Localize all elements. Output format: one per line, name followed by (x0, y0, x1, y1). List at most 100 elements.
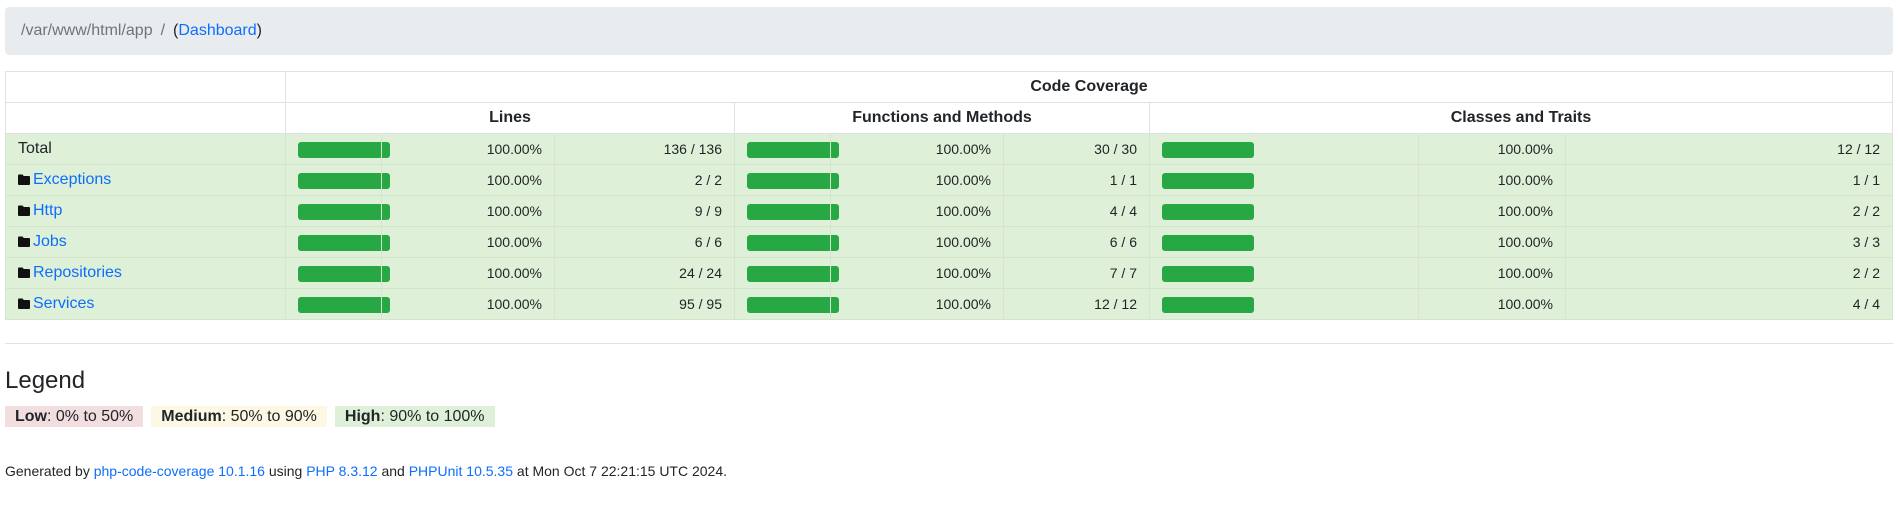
row-name-cell: Services (5, 288, 286, 320)
coverage-bar (298, 266, 390, 282)
footer-using: using (268, 463, 303, 479)
lines-bar-cell (285, 164, 390, 196)
legend-low: Low: 0% to 50% (5, 406, 144, 427)
coverage-bar-fill (747, 173, 839, 189)
coverage-bar-fill (1162, 173, 1254, 189)
lines-bar-cell (285, 195, 390, 227)
dashboard-link[interactable]: Dashboard (178, 22, 256, 40)
classes-count: 1 / 1 (1565, 164, 1893, 196)
classes-bar-cell (1149, 226, 1419, 258)
coverage-bar-fill (1162, 266, 1254, 282)
functions-bar-cell (734, 164, 839, 196)
breadcrumb-path: /var/www/html/app (21, 22, 153, 39)
classes-percent: 100.00% (1418, 133, 1566, 165)
coverage-bar (747, 204, 839, 220)
php-code-coverage-link[interactable]: php-code-coverage 10.1.16 (94, 463, 265, 479)
lines-percent: 100.00% (381, 195, 555, 227)
functions-bar-cell (734, 288, 839, 320)
classes-count: 4 / 4 (1565, 288, 1893, 320)
coverage-bar (298, 297, 390, 313)
lines-percent: 100.00% (381, 226, 555, 258)
lines-bar-cell (285, 226, 390, 258)
directory-link[interactable]: Http (33, 202, 62, 219)
folder-icon (18, 265, 31, 283)
php-link[interactable]: PHP 8.3.12 (306, 463, 377, 479)
coverage-bar (1162, 142, 1254, 158)
table-row: Jobs 100.00% 6 / 6 100.00% 6 / 6 100.00% 3 / 3 (5, 226, 1893, 258)
classes-header: Classes and Traits (1149, 102, 1893, 134)
folder-icon (18, 296, 31, 314)
header-empty-cell (5, 71, 286, 103)
lines-bar-cell (285, 133, 390, 165)
functions-count: 1 / 1 (1003, 164, 1150, 196)
breadcrumb: /var/www/html/app / (Dashboard) (5, 7, 1893, 55)
coverage-bar-fill (298, 235, 390, 251)
directory-link[interactable]: Exceptions (33, 171, 111, 188)
legend-title: Legend (5, 367, 86, 394)
coverage-bar (747, 173, 839, 189)
coverage-bar (298, 142, 390, 158)
legend-medium-label: Medium (161, 408, 222, 425)
footer-and: and (381, 463, 405, 479)
functions-percent: 100.00% (830, 288, 1004, 320)
classes-bar-cell (1149, 288, 1419, 320)
classes-percent: 100.00% (1418, 257, 1566, 289)
functions-count: 6 / 6 (1003, 226, 1150, 258)
classes-percent: 100.00% (1418, 164, 1566, 196)
lines-count: 9 / 9 (554, 195, 735, 227)
lines-count: 24 / 24 (554, 257, 735, 289)
coverage-bar (1162, 235, 1254, 251)
functions-count: 4 / 4 (1003, 195, 1150, 227)
legend-low-range: : 0% to 50% (47, 408, 134, 425)
lines-bar-cell (285, 288, 390, 320)
coverage-bar (1162, 297, 1254, 313)
coverage-table: Code Coverage Lines Functions and Method… (5, 71, 1893, 320)
classes-percent: 100.00% (1418, 288, 1566, 320)
legend-medium-range: : 50% to 90% (221, 408, 317, 425)
coverage-bar-fill (747, 204, 839, 220)
legend-medium: Medium: 50% to 90% (151, 406, 327, 427)
classes-bar-cell (1149, 164, 1419, 196)
phpunit-link[interactable]: PHPUnit 10.5.35 (409, 463, 513, 479)
functions-percent: 100.00% (830, 226, 1004, 258)
functions-percent: 100.00% (830, 164, 1004, 196)
table-header-row-group: Code Coverage (5, 71, 1893, 103)
coverage-bar (298, 204, 390, 220)
coverage-bar (747, 266, 839, 282)
classes-count: 2 / 2 (1565, 195, 1893, 227)
coverage-bar-fill (298, 142, 390, 158)
coverage-bar-fill (1162, 297, 1254, 313)
footer-timestamp: at Mon Oct 7 22:21:15 UTC 2024. (516, 463, 728, 479)
folder-icon (18, 172, 31, 190)
coverage-bar (1162, 173, 1254, 189)
classes-count: 3 / 3 (1565, 226, 1893, 258)
directory-link[interactable]: Services (33, 295, 94, 312)
functions-percent: 100.00% (830, 133, 1004, 165)
coverage-bar (747, 235, 839, 251)
coverage-bar-fill (747, 235, 839, 251)
total-label: Total (18, 140, 52, 157)
table-header-row-columns: Lines Functions and Methods Classes and … (5, 102, 1893, 134)
coverage-bar-fill (298, 266, 390, 282)
lines-percent: 100.00% (381, 133, 555, 165)
functions-header: Functions and Methods (734, 102, 1150, 134)
folder-icon (18, 234, 31, 252)
coverage-bar-fill (747, 142, 839, 158)
table-row: Exceptions 100.00% 2 / 2 100.00% 1 / 1 100.00… (5, 164, 1893, 196)
lines-header: Lines (285, 102, 735, 134)
coverage-bar-fill (298, 204, 390, 220)
coverage-bar (1162, 204, 1254, 220)
lines-count: 6 / 6 (554, 226, 735, 258)
footer-generated-by: Generated by (5, 463, 90, 479)
table-row: Http 100.00% 9 / 9 100.00% 4 / 4 100.00% 2 / 2 (5, 195, 1893, 227)
lines-count: 2 / 2 (554, 164, 735, 196)
breadcrumb-close-paren: ) (256, 22, 262, 39)
coverage-bar (298, 235, 390, 251)
directory-link[interactable]: Jobs (33, 233, 67, 250)
divider (5, 343, 1893, 344)
coverage-bar-fill (298, 173, 390, 189)
table-row: Repositories 100.00% 24 / 24 100.00% 7 / 7 10… (5, 257, 1893, 289)
table-row: Total 100.00% 136 / 136 100.00% 30 / 30 100.0… (5, 133, 1893, 165)
directory-link[interactable]: Repositories (33, 264, 122, 281)
lines-bar-cell (285, 257, 390, 289)
